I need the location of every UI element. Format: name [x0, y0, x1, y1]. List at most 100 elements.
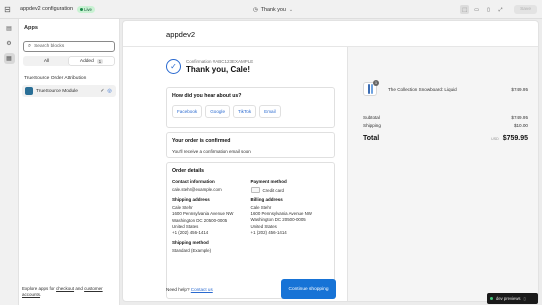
panel-title: Apps	[24, 25, 38, 31]
total-label: Total	[363, 135, 380, 142]
shipping-method: Standard (Example)	[172, 248, 212, 254]
product-thumbnail: 1	[363, 80, 379, 96]
confirmation-header: ✓ Confirmation #ABC123EXAMPLE Thank you,…	[166, 59, 253, 74]
toolbar-actions: ⬚ ▭ ▯ ⤢ Save	[460, 0, 537, 19]
live-badge: Live	[77, 5, 95, 13]
survey-card: How did you hear about us? Facebook Goog…	[166, 87, 335, 128]
page-selector[interactable]: ◷ Thank you ⌄	[253, 0, 293, 19]
tab-added[interactable]: Added 1	[69, 57, 114, 65]
survey-option-facebook[interactable]: Facebook	[172, 105, 203, 118]
continue-shopping-button[interactable]: Continue shopping	[281, 279, 336, 299]
search-placeholder: Search blocks	[34, 44, 65, 49]
target-icon[interactable]: ◎	[106, 88, 113, 94]
preview-header: appdev2	[123, 21, 538, 47]
thank-you-main: ✓ Confirmation #ABC123EXAMPLE Thank you,…	[123, 47, 347, 301]
currency-code: USD	[491, 136, 499, 141]
top-bar: ⊟ appdev2 configuration Live ◷ Thank you…	[0, 0, 542, 19]
footer-and: and	[75, 286, 83, 291]
left-rail: ▤ ⚙ ▦	[0, 19, 19, 305]
subtotal-value: $749.95	[511, 115, 528, 120]
search-icon: ⌕	[28, 43, 32, 49]
fullscreen-icon[interactable]: ⤢	[496, 5, 505, 14]
total-value: $759.95	[502, 135, 528, 142]
shipping-method-label: Shipping method	[172, 240, 209, 246]
block-truesource-module[interactable]: TrueSource Module ✓ ◎	[22, 85, 116, 97]
subtotal-row: Subtotal $749.95	[363, 115, 528, 120]
order-details-columns: Contact information cale.stehr@example.c…	[172, 179, 329, 254]
confirmation-number: Confirmation #ABC123EXAMPLE	[186, 59, 254, 64]
live-badge-label: Live	[84, 6, 92, 12]
help-prefix: Need help?	[166, 287, 190, 292]
exit-icon[interactable]: ⊟	[0, 0, 15, 19]
checkout-link[interactable]: checkout	[56, 286, 74, 291]
check-circle-icon: ✓	[166, 59, 181, 74]
clock-icon: ◷	[253, 6, 258, 13]
menu-icon: ▯	[523, 296, 526, 301]
status-dot-icon	[490, 297, 493, 300]
survey-option-google[interactable]: Google	[205, 105, 231, 118]
apps-panel: Apps ⌕ Search blocks All Added 1 TrueSour…	[19, 19, 120, 305]
page-selector-label: Thank you	[260, 6, 286, 13]
apps-icon[interactable]: ▦	[3, 53, 15, 64]
checkout-preview: appdev2 ✓ Confirmation #ABC123EXAMPLE Th…	[122, 20, 539, 302]
contact-label: Contact information	[172, 179, 215, 184]
footer-text: Explore apps for	[22, 286, 55, 291]
app-title: appdev2 configuration	[20, 6, 74, 12]
order-details-right: Payment method Credit card Billing addre…	[250, 179, 330, 254]
snowboard-image	[367, 84, 370, 94]
contact-us-link[interactable]: Contact us	[191, 287, 213, 292]
order-confirmed-text: You'll receive a confirmation email soon	[172, 149, 251, 154]
line-item: 1 The Collection Snowboard: Liquid $749.…	[363, 80, 528, 96]
shipping-address-label: Shipping address	[172, 197, 210, 203]
credit-card-icon	[250, 187, 260, 193]
tab-all[interactable]: All	[24, 57, 69, 65]
mobile-view-icon[interactable]: ▯	[484, 5, 493, 14]
shipping-value: $10.00	[513, 123, 528, 128]
billing-address-line: +1 (202) 456-1414	[250, 229, 287, 235]
snowboard-image	[370, 84, 373, 94]
survey-options: Facebook Google TikTok Email	[172, 105, 329, 118]
shipping-row: Shipping $10.00	[363, 123, 528, 128]
save-button[interactable]: Save	[514, 5, 537, 14]
survey-title: How did you hear about us?	[172, 93, 242, 99]
product-price: $749.95	[511, 86, 528, 92]
shop-name: appdev2	[166, 30, 196, 39]
filter-tabs: All Added 1	[23, 56, 115, 66]
check-icon: ✓	[100, 88, 105, 94]
order-details-title: Order details	[172, 168, 205, 174]
order-confirmed-title: Your order is confirmed	[172, 138, 231, 144]
settings-gear-icon[interactable]: ⚙	[4, 38, 15, 49]
added-count-badge: 1	[96, 58, 104, 64]
order-summary: 1 The Collection Snowboard: Liquid $749.…	[347, 47, 538, 301]
inspector-icon[interactable]: ⬚	[460, 5, 470, 14]
order-confirmed-card: Your order is confirmed You'll receive a…	[166, 132, 335, 158]
app-block-icon	[25, 87, 33, 95]
tab-all-label: All	[43, 58, 50, 64]
shipping-label: Shipping	[363, 123, 381, 128]
footer-suffix: .	[40, 292, 42, 297]
subtotal-label: Subtotal	[363, 115, 380, 120]
total-row: Total USD $759.95	[363, 135, 528, 142]
payment-method-value: Credit card	[262, 187, 284, 193]
quantity-badge: 1	[373, 80, 379, 86]
desktop-view-icon[interactable]: ▭	[472, 5, 481, 14]
product-name: The Collection Snowboard: Liquid	[388, 86, 457, 92]
payment-method-label: Payment method	[250, 179, 287, 184]
live-dot-icon	[80, 7, 84, 11]
layout-icon[interactable]: ▤	[4, 23, 15, 34]
panel-footer: Explore apps for checkout and customer a…	[22, 286, 118, 298]
dev-previews-label: dev previews	[496, 296, 521, 301]
billing-address-label: Billing address	[250, 197, 283, 202]
chevron-down-icon: ⌄	[288, 6, 294, 13]
thank-you-heading: Thank you, Cale!	[186, 65, 251, 74]
app-section-title: TrueSource Order Attribution	[24, 76, 87, 81]
tab-added-label: Added	[79, 58, 94, 64]
dev-previews-badge[interactable]: dev previews ▯	[487, 293, 538, 304]
help-text: Need help? Contact us	[166, 287, 213, 292]
search-input[interactable]: ⌕ Search blocks	[23, 41, 115, 52]
total-amount: USD $759.95	[491, 135, 528, 142]
survey-option-tiktok[interactable]: TikTok	[233, 105, 257, 118]
block-label: TrueSource Module	[36, 88, 78, 94]
order-details-left: Contact information cale.stehr@example.c…	[172, 179, 251, 254]
survey-option-email[interactable]: Email	[259, 105, 281, 118]
